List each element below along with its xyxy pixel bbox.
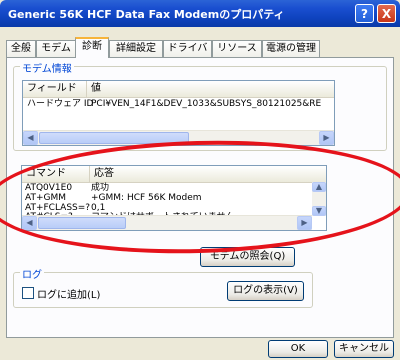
tab-power[interactable]: 電源の管理	[262, 40, 320, 57]
view-log-button[interactable]: ログの表示(V)	[227, 281, 304, 301]
window-title: Generic 56K HCF Data Fax Modemのプロパティ	[8, 8, 285, 21]
modem-info-value: PCI¥VEN_14F1&DEV_1033&SUBSYS_80121025&RE	[91, 99, 322, 109]
modem-info-group: モデム情報 フィールド 値 ハードウェア ID PCI¥VEN_14F1&DEV…	[13, 60, 387, 151]
append-log-checkbox[interactable]	[22, 287, 34, 299]
scroll-left-icon[interactable]: ◀	[23, 131, 38, 145]
ok-button[interactable]: OK	[268, 340, 328, 358]
tab-general[interactable]: 全般	[6, 40, 36, 57]
modem-info-list[interactable]: フィールド 値 ハードウェア ID PCI¥VEN_14F1&DEV_1033&…	[22, 80, 335, 146]
tab-diagnostics[interactable]: 診断	[75, 37, 109, 58]
help-button[interactable]: ?	[355, 4, 374, 23]
title-bar[interactable]: Generic 56K HCF Data Fax Modemのプロパティ ? X	[0, 0, 400, 27]
modem-info-header: フィールド 値	[23, 81, 334, 98]
log-group-label: ログ	[20, 266, 44, 281]
modem-info-field: ハードウェア ID	[27, 99, 94, 109]
column-field[interactable]: フィールド	[23, 81, 87, 97]
cancel-button[interactable]: キャンセル	[334, 340, 394, 358]
properties-dialog: Generic 56K HCF Data Fax Modemのプロパティ ? X…	[0, 0, 400, 360]
append-log-label[interactable]: ログに追加(L)	[37, 286, 100, 301]
tab-modem[interactable]: モデム	[36, 40, 76, 57]
tab-resources[interactable]: リソース	[212, 40, 262, 57]
tab-advanced[interactable]: 詳細設定	[109, 40, 163, 57]
log-group: ログ ログに追加(L) ログの表示(V)	[13, 266, 313, 308]
tab-driver[interactable]: ドライバ	[163, 40, 212, 57]
close-button[interactable]: X	[377, 4, 396, 23]
column-value[interactable]: 値	[87, 81, 334, 97]
scroll-right-icon[interactable]: ▶	[319, 131, 334, 145]
modem-info-label: モデム情報	[20, 60, 74, 75]
